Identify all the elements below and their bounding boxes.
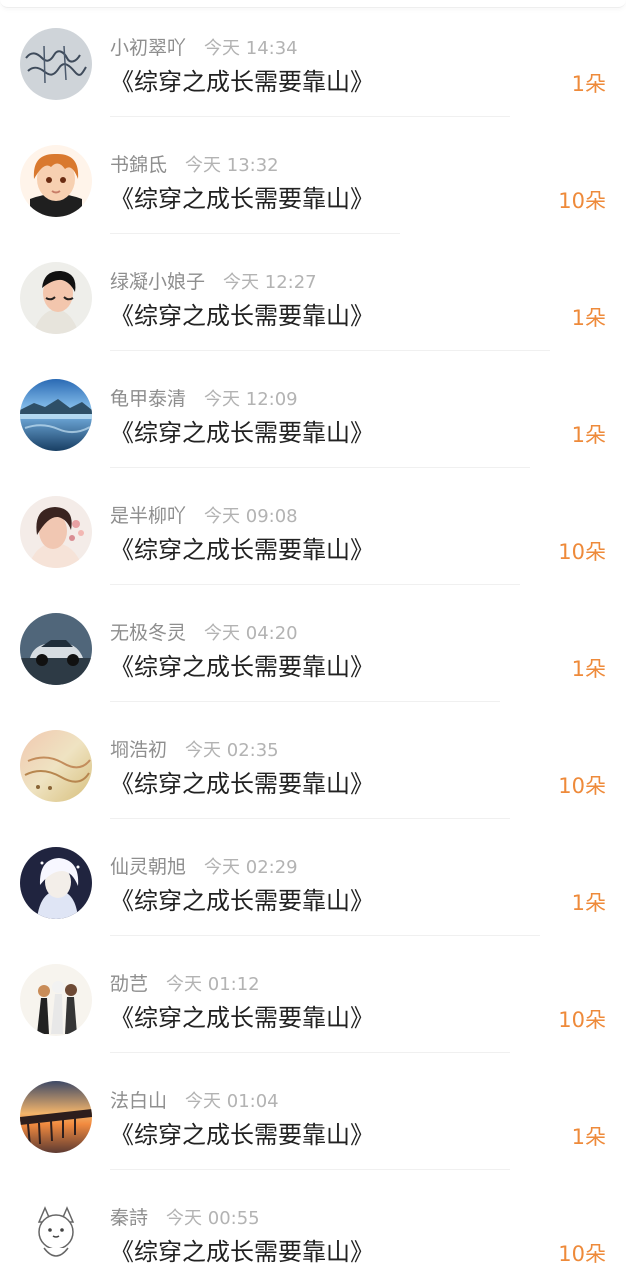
gift-time: 今天 14:34 — [204, 38, 298, 59]
anime-boy-avatar[interactable] — [20, 145, 92, 217]
flower-count: 1朵 — [571, 423, 606, 447]
gift-sender-name[interactable]: 绿凝小娘子 — [110, 271, 205, 293]
gift-record-row[interactable]: 秦詩 今天 00:55 《综穿之成长需要靠山》 10朵 — [0, 1170, 626, 1280]
gift-sender-name[interactable]: 法白山 — [110, 1090, 167, 1112]
white-hair-anime-avatar-image — [20, 847, 92, 919]
book-title[interactable]: 《综穿之成长需要靠山》 — [110, 1118, 374, 1152]
gift-record-row[interactable]: 书錦氐 今天 13:32 《综穿之成长需要靠山》 10朵 — [0, 117, 626, 234]
gift-sender-name[interactable]: 仙灵朝旭 — [110, 856, 186, 878]
record-meta: 绿凝小娘子 今天 12:27 — [110, 270, 317, 294]
gift-time: 今天 02:35 — [185, 740, 279, 761]
gift-record-row[interactable]: 小初翠吖 今天 14:34 《综穿之成长需要靠山》 1朵 — [0, 0, 626, 117]
young-man-avatar[interactable] — [20, 262, 92, 334]
cartoon-cat-avatar[interactable] — [20, 1198, 92, 1270]
girl-flowers-avatar-image — [20, 496, 92, 568]
lake-mountains-avatar-image — [20, 379, 92, 451]
gift-sender-name[interactable]: 龟甲泰清 — [110, 388, 186, 410]
flower-count: 10朵 — [558, 540, 606, 564]
handwriting-avatar-image — [20, 28, 92, 100]
record-meta: 书錦氐 今天 13:32 — [110, 153, 279, 177]
vintage-paper-avatar[interactable] — [20, 730, 92, 802]
flower-count: 10朵 — [558, 774, 606, 798]
gift-time: 今天 01:12 — [166, 974, 260, 995]
flower-gift-records-screen: 小初翠吖 今天 14:34 《综穿之成长需要靠山》 1朵 书錦氐 今天 13:3… — [0, 0, 626, 1280]
flower-count: 10朵 — [558, 189, 606, 213]
book-title[interactable]: 《综穿之成长需要靠山》 — [110, 884, 374, 918]
book-title[interactable]: 《综穿之成长需要靠山》 — [110, 767, 374, 801]
flower-count: 1朵 — [571, 891, 606, 915]
gift-sender-name[interactable]: 书錦氐 — [110, 154, 167, 176]
flower-count: 1朵 — [571, 657, 606, 681]
book-title[interactable]: 《综穿之成长需要靠山》 — [110, 1235, 374, 1269]
flower-count: 10朵 — [558, 1242, 606, 1266]
gift-time: 今天 12:27 — [223, 272, 317, 293]
anime-boy-avatar-image — [20, 145, 92, 217]
record-meta: 秦詩 今天 00:55 — [110, 1206, 260, 1230]
gift-sender-name[interactable]: 劭芑 — [110, 973, 148, 995]
record-meta: 法白山 今天 01:04 — [110, 1089, 279, 1113]
gift-time: 今天 13:32 — [185, 155, 279, 176]
gift-time: 今天 12:09 — [204, 389, 298, 410]
flower-count: 1朵 — [571, 306, 606, 330]
flower-count: 1朵 — [571, 72, 606, 96]
book-title[interactable]: 《综穿之成长需要靠山》 — [110, 182, 374, 216]
lake-mountains-avatar[interactable] — [20, 379, 92, 451]
pier-sunset-avatar[interactable] — [20, 1081, 92, 1153]
record-meta: 是半柳吖 今天 09:08 — [110, 504, 298, 528]
girl-flowers-avatar[interactable] — [20, 496, 92, 568]
book-title[interactable]: 《综穿之成长需要靠山》 — [110, 299, 374, 333]
flower-count: 1朵 — [571, 1125, 606, 1149]
gift-record-row[interactable]: 法白山 今天 01:04 《综穿之成长需要靠山》 1朵 — [0, 1053, 626, 1170]
handwriting-avatar[interactable] — [20, 28, 92, 100]
record-meta: 劭芑 今天 01:12 — [110, 972, 260, 996]
flower-count: 10朵 — [558, 1008, 606, 1032]
gift-record-row[interactable]: 仙灵朝旭 今天 02:29 《综穿之成长需要靠山》 1朵 — [0, 819, 626, 936]
gift-record-row[interactable]: 是半柳吖 今天 09:08 《综穿之成长需要靠山》 10朵 — [0, 468, 626, 585]
record-meta: 小初翠吖 今天 14:34 — [110, 36, 298, 60]
pier-sunset-avatar-image — [20, 1081, 92, 1153]
car-avatar-image — [20, 613, 92, 685]
gift-record-row[interactable]: 劭芑 今天 01:12 《综穿之成长需要靠山》 10朵 — [0, 936, 626, 1053]
gift-time: 今天 02:29 — [204, 857, 298, 878]
gift-time: 今天 09:08 — [204, 506, 298, 527]
book-title[interactable]: 《综穿之成长需要靠山》 — [110, 1001, 374, 1035]
gift-sender-name[interactable]: 无极冬灵 — [110, 622, 186, 644]
group-anime-avatar[interactable] — [20, 964, 92, 1036]
vintage-paper-avatar-image — [20, 730, 92, 802]
gift-sender-name[interactable]: 秦詩 — [110, 1207, 148, 1229]
gift-record-row[interactable]: 绿凝小娘子 今天 12:27 《综穿之成长需要靠山》 1朵 — [0, 234, 626, 351]
white-hair-anime-avatar[interactable] — [20, 847, 92, 919]
gift-time: 今天 04:20 — [204, 623, 298, 644]
record-meta: 埛浩初 今天 02:35 — [110, 738, 279, 762]
young-man-avatar-image — [20, 262, 92, 334]
record-meta: 龟甲泰清 今天 12:09 — [110, 387, 298, 411]
gift-record-row[interactable]: 龟甲泰清 今天 12:09 《综穿之成长需要靠山》 1朵 — [0, 351, 626, 468]
gift-record-row[interactable]: 埛浩初 今天 02:35 《综穿之成长需要靠山》 10朵 — [0, 702, 626, 819]
gift-time: 今天 00:55 — [166, 1208, 260, 1229]
book-title[interactable]: 《综穿之成长需要靠山》 — [110, 533, 374, 567]
cartoon-cat-avatar-image — [20, 1198, 92, 1270]
gift-record-row[interactable]: 无极冬灵 今天 04:20 《综穿之成长需要靠山》 1朵 — [0, 585, 626, 702]
car-avatar[interactable] — [20, 613, 92, 685]
record-meta: 仙灵朝旭 今天 02:29 — [110, 855, 298, 879]
record-meta: 无极冬灵 今天 04:20 — [110, 621, 298, 645]
gift-sender-name[interactable]: 小初翠吖 — [110, 37, 186, 59]
gift-sender-name[interactable]: 是半柳吖 — [110, 505, 186, 527]
book-title[interactable]: 《综穿之成长需要靠山》 — [110, 416, 374, 450]
group-anime-avatar-image — [20, 964, 92, 1036]
book-title[interactable]: 《综穿之成长需要靠山》 — [110, 650, 374, 684]
gift-sender-name[interactable]: 埛浩初 — [110, 739, 167, 761]
book-title[interactable]: 《综穿之成长需要靠山》 — [110, 65, 374, 99]
gift-time: 今天 01:04 — [185, 1091, 279, 1112]
